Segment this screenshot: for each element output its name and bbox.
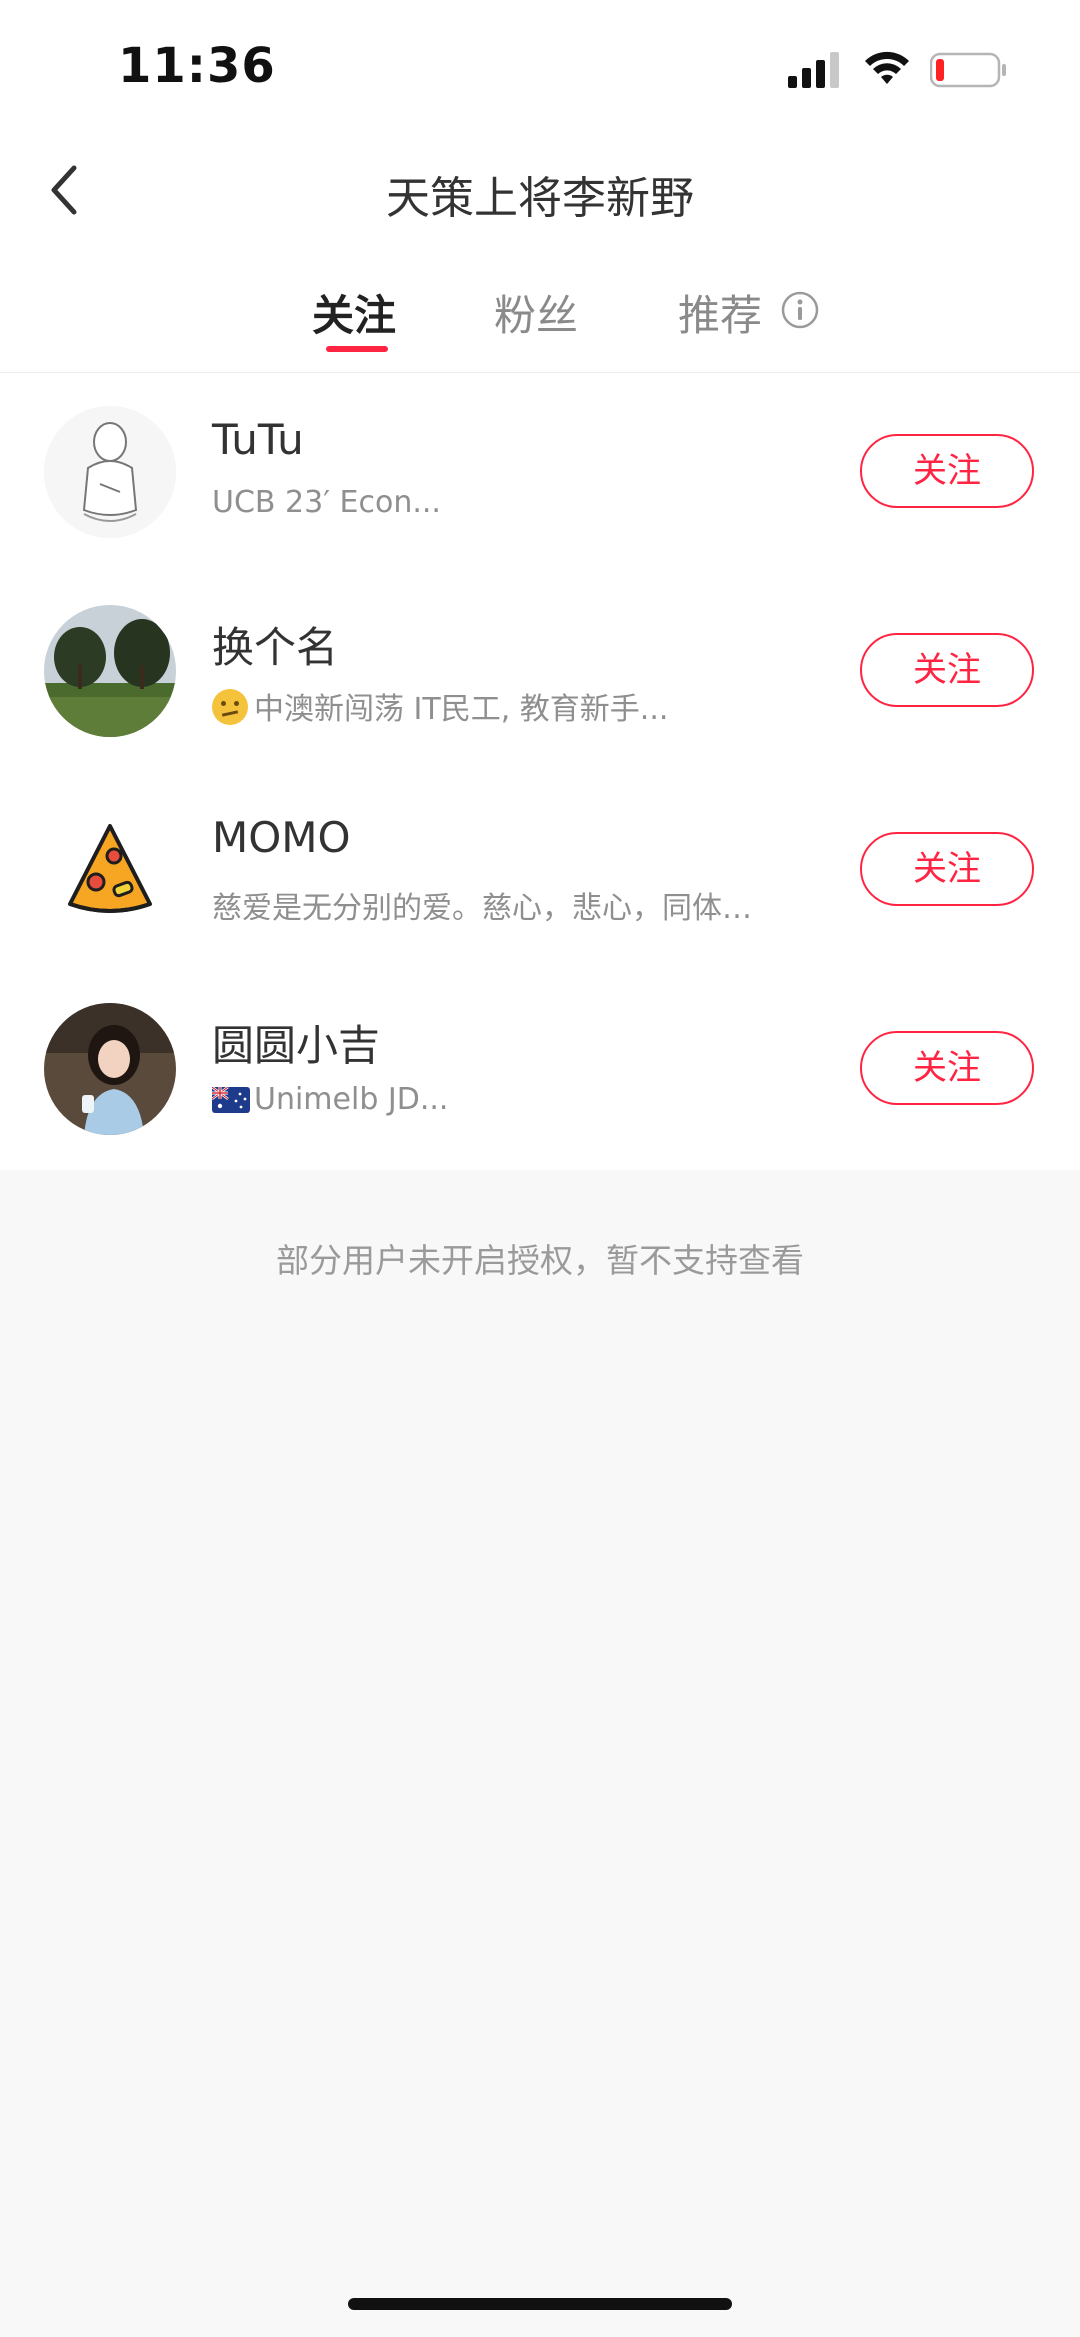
follow-button[interactable]: 关注 <box>860 434 1034 508</box>
status-time: 11:36 <box>118 38 276 94</box>
tab-recommend[interactable]: 推荐 <box>678 282 762 343</box>
user-bio: Unimelb JD... <box>212 1082 448 1117</box>
avatar[interactable] <box>44 804 176 936</box>
avatar[interactable] <box>44 1003 176 1135</box>
nav-header: 天策上将李新野 <box>0 130 1080 250</box>
follow-button[interactable]: 关注 <box>860 1031 1034 1105</box>
wifi-icon <box>865 51 909 84</box>
following-list: TuTu UCB 23′ Econ... 关注 换个名 中澳新闯荡 IT民工, … <box>0 373 1080 1170</box>
raised-eyebrow-emoji-icon <box>212 689 248 725</box>
avatar[interactable] <box>44 406 176 538</box>
follow-button[interactable]: 关注 <box>860 832 1034 906</box>
home-indicator[interactable] <box>348 2298 732 2310</box>
australia-flag-icon <box>212 1087 250 1113</box>
status-bar: 11:36 <box>0 0 1080 130</box>
user-bio: 中澳新闯荡 IT民工, 教育新手... <box>212 684 668 728</box>
list-item[interactable]: TuTu UCB 23′ Econ... 关注 <box>0 373 1080 572</box>
list-item[interactable]: 圆圆小吉 Unimelb JD... 关注 <box>0 970 1080 1169</box>
follow-button[interactable]: 关注 <box>860 633 1034 707</box>
page-title: 天策上将李新野 <box>386 173 694 224</box>
tab-fans[interactable]: 粉丝 <box>494 282 578 343</box>
user-name: 换个名 <box>212 623 339 672</box>
tab-bar: 关注 粉丝 推荐 <box>0 250 1080 373</box>
active-tab-indicator <box>326 346 388 352</box>
cellular-signal-icon <box>788 52 839 88</box>
info-icon[interactable] <box>780 290 820 330</box>
user-bio: UCB 23′ Econ... <box>212 485 441 520</box>
authorization-note: 部分用户未开启授权，暂不支持查看 <box>276 1241 804 1280</box>
battery-low-icon <box>930 52 1006 88</box>
user-name: 圆圆小吉 <box>212 1021 381 1070</box>
user-name: TuTu <box>212 415 304 464</box>
user-bio-text: 中澳新闯荡 IT民工, 教育新手... <box>254 692 669 727</box>
user-bio-text: Unimelb JD... <box>254 1082 449 1117</box>
tab-following[interactable]: 关注 <box>312 282 396 343</box>
list-item[interactable]: 换个名 中澳新闯荡 IT民工, 教育新手... 关注 <box>0 572 1080 771</box>
list-item[interactable]: MOMO 慈爱是无分别的爱。慈心，悲心，同体… 关注 <box>0 771 1080 970</box>
user-name: MOMO <box>212 813 351 862</box>
avatar[interactable] <box>44 605 176 737</box>
user-bio: 慈爱是无分别的爱。慈心，悲心，同体… <box>212 891 752 926</box>
